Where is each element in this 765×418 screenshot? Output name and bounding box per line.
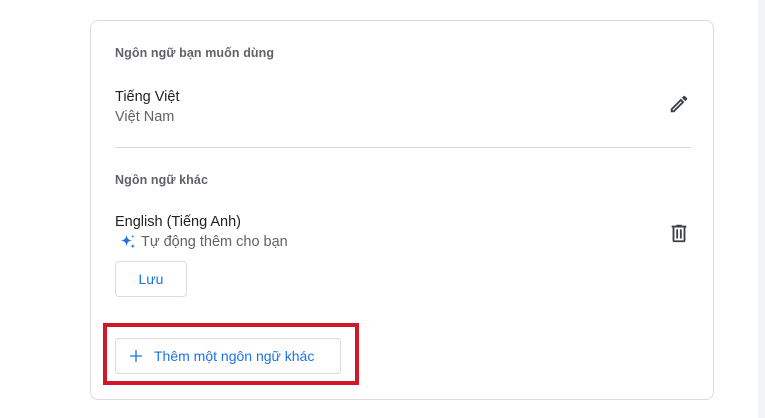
- preferred-language-name: Tiếng Việt: [115, 89, 180, 105]
- preferred-language-region: Việt Nam: [115, 109, 175, 125]
- section-divider: [115, 147, 691, 148]
- add-another-language-button[interactable]: Thêm một ngôn ngữ khác: [115, 338, 341, 374]
- sparkle-icon: [120, 234, 136, 249]
- plus-icon: [130, 350, 142, 362]
- preferred-language-section-title: Ngôn ngữ bạn muốn dùng: [115, 46, 275, 60]
- scrollbar-track[interactable]: [758, 0, 765, 418]
- pencil-icon: [670, 95, 688, 113]
- add-language-label: Thêm một ngôn ngữ khác: [154, 348, 315, 364]
- delete-language-button[interactable]: [663, 217, 695, 249]
- language-settings-card: Ngôn ngữ bạn muốn dùng Tiếng Việt Việt N…: [90, 20, 714, 400]
- other-language-name: English (Tiếng Anh): [115, 214, 242, 230]
- trash-icon: [671, 224, 687, 243]
- auto-added-note: Tự động thêm cho bạn: [119, 233, 288, 251]
- edit-language-button[interactable]: [663, 88, 695, 120]
- auto-added-label: Tự động thêm cho bạn: [141, 234, 288, 250]
- save-button[interactable]: Lưu: [115, 261, 187, 297]
- other-languages-section-title: Ngôn ngữ khác: [115, 173, 208, 187]
